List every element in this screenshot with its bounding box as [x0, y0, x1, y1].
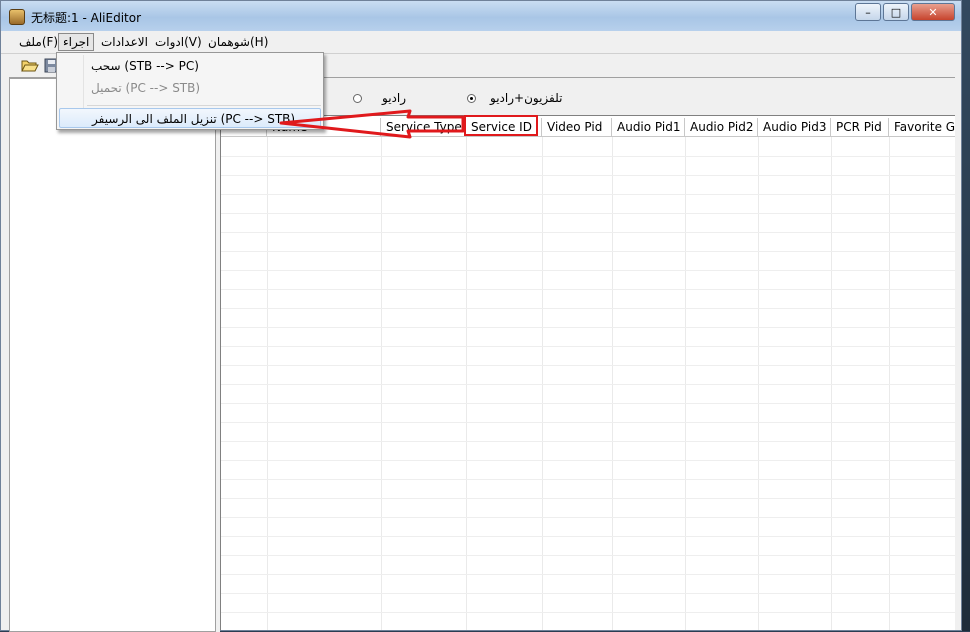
- grid-row-line: [221, 441, 955, 442]
- title-bar[interactable]: 无标题:1 - AliEditor – □ ✕: [1, 1, 961, 31]
- grid-row-line: [221, 365, 955, 366]
- close-icon: ✕: [928, 5, 938, 19]
- menu-help[interactable]: شوهمان(H): [204, 34, 272, 50]
- grid-row-line: [221, 422, 955, 423]
- app-icon[interactable]: [9, 9, 25, 25]
- action-dropdown-menu: سحب (STB --> PC) تحميل (PC --> STB) تنزي…: [56, 52, 324, 130]
- menu-item-download-stb-to-pc[interactable]: سحب (STB --> PC): [59, 56, 321, 76]
- tree-pane[interactable]: [9, 78, 216, 632]
- maximize-button[interactable]: □: [883, 3, 909, 21]
- grid-row-line: [221, 156, 955, 157]
- radio-option-radio[interactable]: راديو: [353, 91, 406, 105]
- grid-row-line: [221, 251, 955, 252]
- grid-row-line: [221, 403, 955, 404]
- menu-file[interactable]: ملف(F): [15, 34, 62, 50]
- close-button[interactable]: ✕: [911, 3, 955, 21]
- menu-tools[interactable]: ادوات(V): [151, 34, 206, 50]
- grid-row-line: [221, 517, 955, 518]
- radio-button-icon[interactable]: [353, 93, 362, 103]
- grid-row-line: [221, 213, 955, 214]
- column-header-audio-pid1[interactable]: Audio Pid1: [612, 118, 685, 137]
- window-title: 无标题:1 - AliEditor: [31, 11, 142, 25]
- grid-header: Name Service Type Service ID Video Pid A…: [221, 118, 955, 137]
- column-header-audio-pid2[interactable]: Audio Pid2: [685, 118, 758, 137]
- radio-option-tv-radio[interactable]: تلفزيون+راديو: [467, 91, 562, 105]
- minimize-icon: –: [865, 5, 871, 19]
- grid-row-line: [221, 384, 955, 385]
- column-header-service-id[interactable]: Service ID: [466, 118, 542, 137]
- grid-row-line: [221, 498, 955, 499]
- channel-grid[interactable]: Name Service Type Service ID Video Pid A…: [220, 115, 955, 630]
- maximize-icon: □: [890, 5, 902, 19]
- grid-row-line: [221, 593, 955, 594]
- column-header-pcr-pid[interactable]: PCR Pid: [831, 118, 889, 137]
- radio-option-tv-radio-label: تلفزيون+راديو: [490, 91, 563, 105]
- menu-item-send-file-to-receiver[interactable]: تنزيل الملف الى الرسيفر (PC --> STB): [59, 108, 321, 128]
- radio-option-radio-label: راديو: [382, 91, 407, 105]
- grid-row-line: [221, 194, 955, 195]
- radio-button-checked-icon[interactable]: [467, 93, 476, 103]
- grid-row-line: [221, 175, 955, 176]
- grid-row-line: [221, 289, 955, 290]
- minimize-button[interactable]: –: [855, 3, 881, 21]
- filter-panel: [220, 78, 955, 115]
- menu-bar: ملف(F) اجراء الاعدادات ادوات(V) شوهمان(H…: [1, 32, 961, 54]
- grid-row-line: [221, 612, 955, 613]
- open-folder-icon: [21, 60, 39, 72]
- grid-row-line: [221, 536, 955, 537]
- menu-item-upload-pc-to-stb[interactable]: تحميل (PC --> STB): [59, 78, 321, 98]
- menu-action[interactable]: اجراء: [58, 33, 95, 51]
- menu-settings[interactable]: الاعدادات: [97, 34, 152, 50]
- grid-row-line: [221, 308, 955, 309]
- grid-row-line: [221, 346, 955, 347]
- grid-row-line: [221, 460, 955, 461]
- grid-row-line: [221, 479, 955, 480]
- column-header-service-type[interactable]: Service Type: [381, 118, 466, 137]
- open-button[interactable]: [21, 57, 39, 74]
- menu-separator: [87, 105, 321, 106]
- grid-row-line: [221, 327, 955, 328]
- column-header-favorite-group[interactable]: Favorite Gr: [889, 118, 955, 137]
- grid-row-line: [221, 555, 955, 556]
- grid-row-line: [221, 270, 955, 271]
- column-header-video-pid[interactable]: Video Pid: [542, 118, 612, 137]
- grid-row-line: [221, 574, 955, 575]
- window-controls: – □ ✕: [855, 3, 955, 21]
- column-header-audio-pid3[interactable]: Audio Pid3: [758, 118, 831, 137]
- grid-row-line: [221, 232, 955, 233]
- desktop-background: [962, 0, 970, 631]
